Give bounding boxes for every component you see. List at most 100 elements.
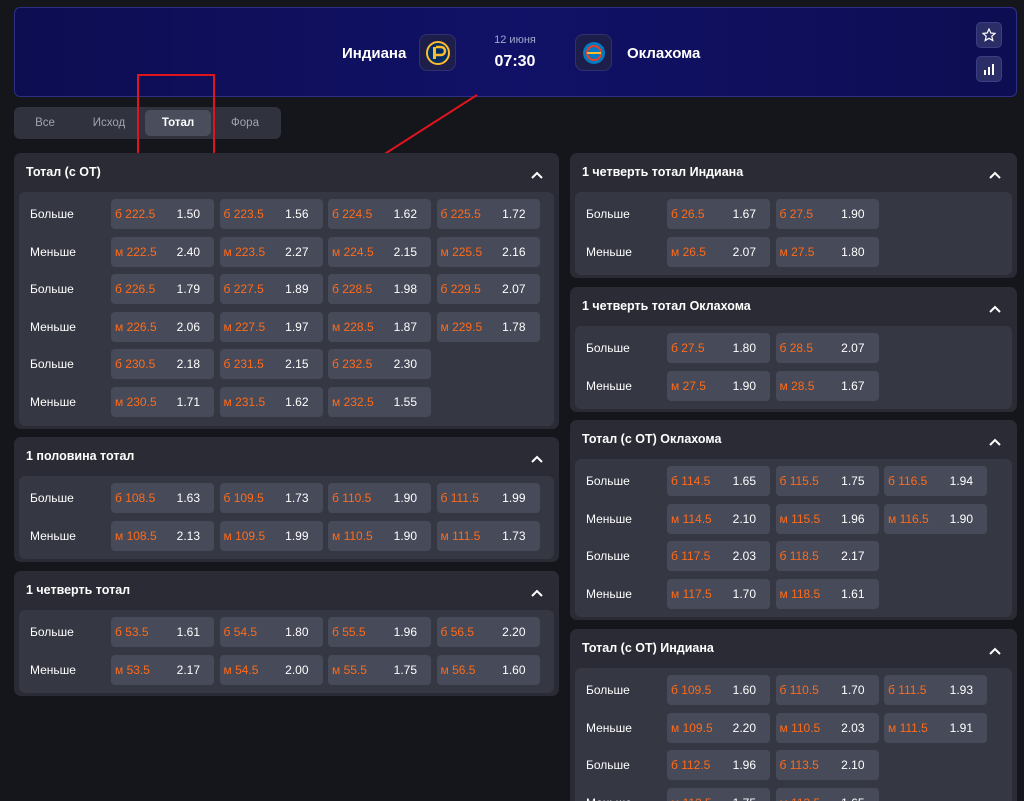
total-line: б 112.5 <box>671 758 711 773</box>
odds-button[interactable]: м 227.5 1.97 <box>219 311 323 342</box>
total-line: м 111.5 <box>440 528 481 543</box>
odds-button[interactable]: м 109.5 1.99 <box>219 520 323 551</box>
chevron-up-icon[interactable] <box>529 585 545 601</box>
odds-grid: Больше б 26.5 1.67 б 27.5 1.90 Меньше м 26.5 2.… <box>575 192 1012 276</box>
chevron-up-icon[interactable] <box>987 301 1003 317</box>
row-label: Больше <box>586 549 630 564</box>
odds-button[interactable]: б 112.5 1.96 <box>667 750 770 781</box>
odds-grid: Больше б 108.5 1.63 б 109.5 1.73 б 110.5 1.90 б… <box>19 476 554 560</box>
odds-button[interactable]: м 53.5 2.17 <box>111 654 214 685</box>
odds-button[interactable]: м 111.5 1.73 <box>436 520 540 551</box>
chevron-up-icon[interactable] <box>987 167 1003 183</box>
odds-button[interactable]: б 231.5 2.15 <box>219 349 323 380</box>
odds-button[interactable]: м 56.5 1.60 <box>436 654 540 685</box>
odds-value: 1.80 <box>285 625 309 639</box>
odds-button[interactable]: б 26.5 1.67 <box>667 199 770 229</box>
odds-button[interactable]: м 54.5 2.00 <box>219 654 323 685</box>
chevron-up-icon[interactable] <box>529 451 545 467</box>
odds-button[interactable]: м 28.5 1.67 <box>775 370 879 401</box>
odds-button[interactable]: б 108.5 1.63 <box>111 483 214 513</box>
odds-button[interactable]: б 225.5 1.72 <box>436 199 540 229</box>
odds-button[interactable]: м 116.5 1.90 <box>884 503 987 534</box>
odds-button[interactable]: м 109.5 2.20 <box>667 712 770 743</box>
row-label: Меньше <box>586 244 632 259</box>
odds-button[interactable]: б 110.5 1.90 <box>328 483 431 513</box>
row-label: Больше <box>586 474 630 488</box>
odds-button[interactable]: б 54.5 1.80 <box>219 617 323 647</box>
home-team-name[interactable]: Индиана <box>342 45 406 62</box>
odds-button[interactable]: м 108.5 2.13 <box>111 520 214 551</box>
odds-button[interactable]: м 114.5 2.10 <box>667 503 770 534</box>
odds-button[interactable]: б 27.5 1.80 <box>667 333 770 363</box>
tab-all[interactable]: Все <box>17 110 73 136</box>
row-label: Больше <box>586 683 630 697</box>
odds-button[interactable]: м 27.5 1.80 <box>775 236 879 267</box>
odds-button[interactable]: м 224.5 2.15 <box>328 236 431 267</box>
odds-button[interactable]: б 27.5 1.90 <box>775 199 879 229</box>
odds-button[interactable]: м 223.5 2.27 <box>219 236 323 267</box>
odds-button[interactable]: б 224.5 1.62 <box>328 199 431 229</box>
odds-button[interactable]: б 118.5 2.17 <box>775 541 879 572</box>
odds-row: Больше б 112.5 1.96 б 113.5 2.10 <box>575 750 1012 781</box>
odds-button[interactable]: б 111.5 1.99 <box>436 483 540 513</box>
odds-button[interactable]: б 53.5 1.61 <box>111 617 214 647</box>
odds-button[interactable]: м 230.5 1.71 <box>111 387 214 417</box>
chevron-up-icon[interactable] <box>529 167 545 183</box>
odds-button[interactable]: б 55.5 1.96 <box>328 617 431 647</box>
market-total-ot-indiana: Тотал (с ОТ) Индиана Больше б 109.5 1.60 б 1… <box>570 629 1017 801</box>
tab-handicap[interactable]: Фора <box>215 110 275 136</box>
odds-button[interactable]: м 110.5 1.90 <box>328 520 431 551</box>
odds-button[interactable]: м 111.5 1.91 <box>884 712 987 743</box>
odds-button[interactable]: б 229.5 2.07 <box>436 274 540 305</box>
odds-button[interactable]: б 111.5 1.93 <box>884 675 987 705</box>
odds-button[interactable]: м 113.5 1.65 <box>775 787 879 801</box>
odds-button[interactable]: м 115.5 1.96 <box>775 503 879 534</box>
highlight-box <box>137 74 215 158</box>
odds-row: Больше б 117.5 2.03 б 118.5 2.17 <box>575 541 1012 572</box>
odds-button[interactable]: м 118.5 1.61 <box>775 578 879 609</box>
odds-button[interactable]: б 116.5 1.94 <box>884 466 987 496</box>
odds-button[interactable]: б 223.5 1.56 <box>219 199 323 229</box>
statistics-button[interactable] <box>976 56 1002 82</box>
odds-button[interactable]: б 28.5 2.07 <box>775 333 879 363</box>
odds-button[interactable]: б 228.5 1.98 <box>328 274 431 305</box>
odds-button[interactable]: б 227.5 1.89 <box>219 274 323 305</box>
odds-button[interactable]: б 222.5 1.50 <box>111 199 214 229</box>
odds-button[interactable]: м 27.5 1.90 <box>667 370 770 401</box>
odds-button[interactable]: м 55.5 1.75 <box>328 654 431 685</box>
odds-button[interactable]: м 112.5 1.75 <box>667 787 770 801</box>
odds-button[interactable]: б 226.5 1.79 <box>111 274 214 305</box>
odds-button[interactable]: м 110.5 2.03 <box>775 712 879 743</box>
odds-button[interactable]: б 110.5 1.70 <box>775 675 879 705</box>
row-label: Меньше <box>586 511 632 526</box>
odds-button[interactable]: б 113.5 2.10 <box>775 750 879 781</box>
odds-button[interactable]: м 222.5 2.40 <box>111 236 214 267</box>
chevron-up-icon[interactable] <box>987 643 1003 659</box>
odds-button[interactable]: б 56.5 2.20 <box>436 617 540 647</box>
favorite-star-button[interactable] <box>976 22 1002 48</box>
odds-button[interactable]: м 232.5 1.55 <box>328 387 431 417</box>
odds-button[interactable]: б 115.5 1.75 <box>775 466 879 496</box>
bar-chart-icon <box>984 64 994 75</box>
odds-button[interactable]: б 109.5 1.60 <box>667 675 770 705</box>
odds-button[interactable]: б 230.5 2.18 <box>111 349 214 380</box>
odds-button[interactable]: м 231.5 1.62 <box>219 387 323 417</box>
odds-button[interactable]: б 109.5 1.73 <box>219 483 323 513</box>
odds-button[interactable]: м 226.5 2.06 <box>111 311 214 342</box>
odds-button[interactable]: б 232.5 2.30 <box>328 349 431 380</box>
chevron-up-icon[interactable] <box>987 434 1003 450</box>
total-line: м 113.5 <box>780 796 821 801</box>
total-line: б 232.5 <box>332 357 373 372</box>
odds-button[interactable]: б 117.5 2.03 <box>667 541 770 572</box>
odds-value: 1.75 <box>733 796 756 801</box>
odds-button[interactable]: м 229.5 1.78 <box>436 311 540 342</box>
odds-button[interactable]: м 117.5 1.70 <box>667 578 770 609</box>
total-line: б 116.5 <box>888 474 928 488</box>
odds-value: 2.00 <box>285 662 309 677</box>
away-team-name[interactable]: Оклахома <box>627 45 700 62</box>
odds-button[interactable]: б 114.5 1.65 <box>667 466 770 496</box>
odds-button[interactable]: м 26.5 2.07 <box>667 236 770 267</box>
tab-outcome[interactable]: Исход <box>77 110 141 136</box>
odds-button[interactable]: м 228.5 1.87 <box>328 311 431 342</box>
odds-button[interactable]: м 225.5 2.16 <box>436 236 540 267</box>
